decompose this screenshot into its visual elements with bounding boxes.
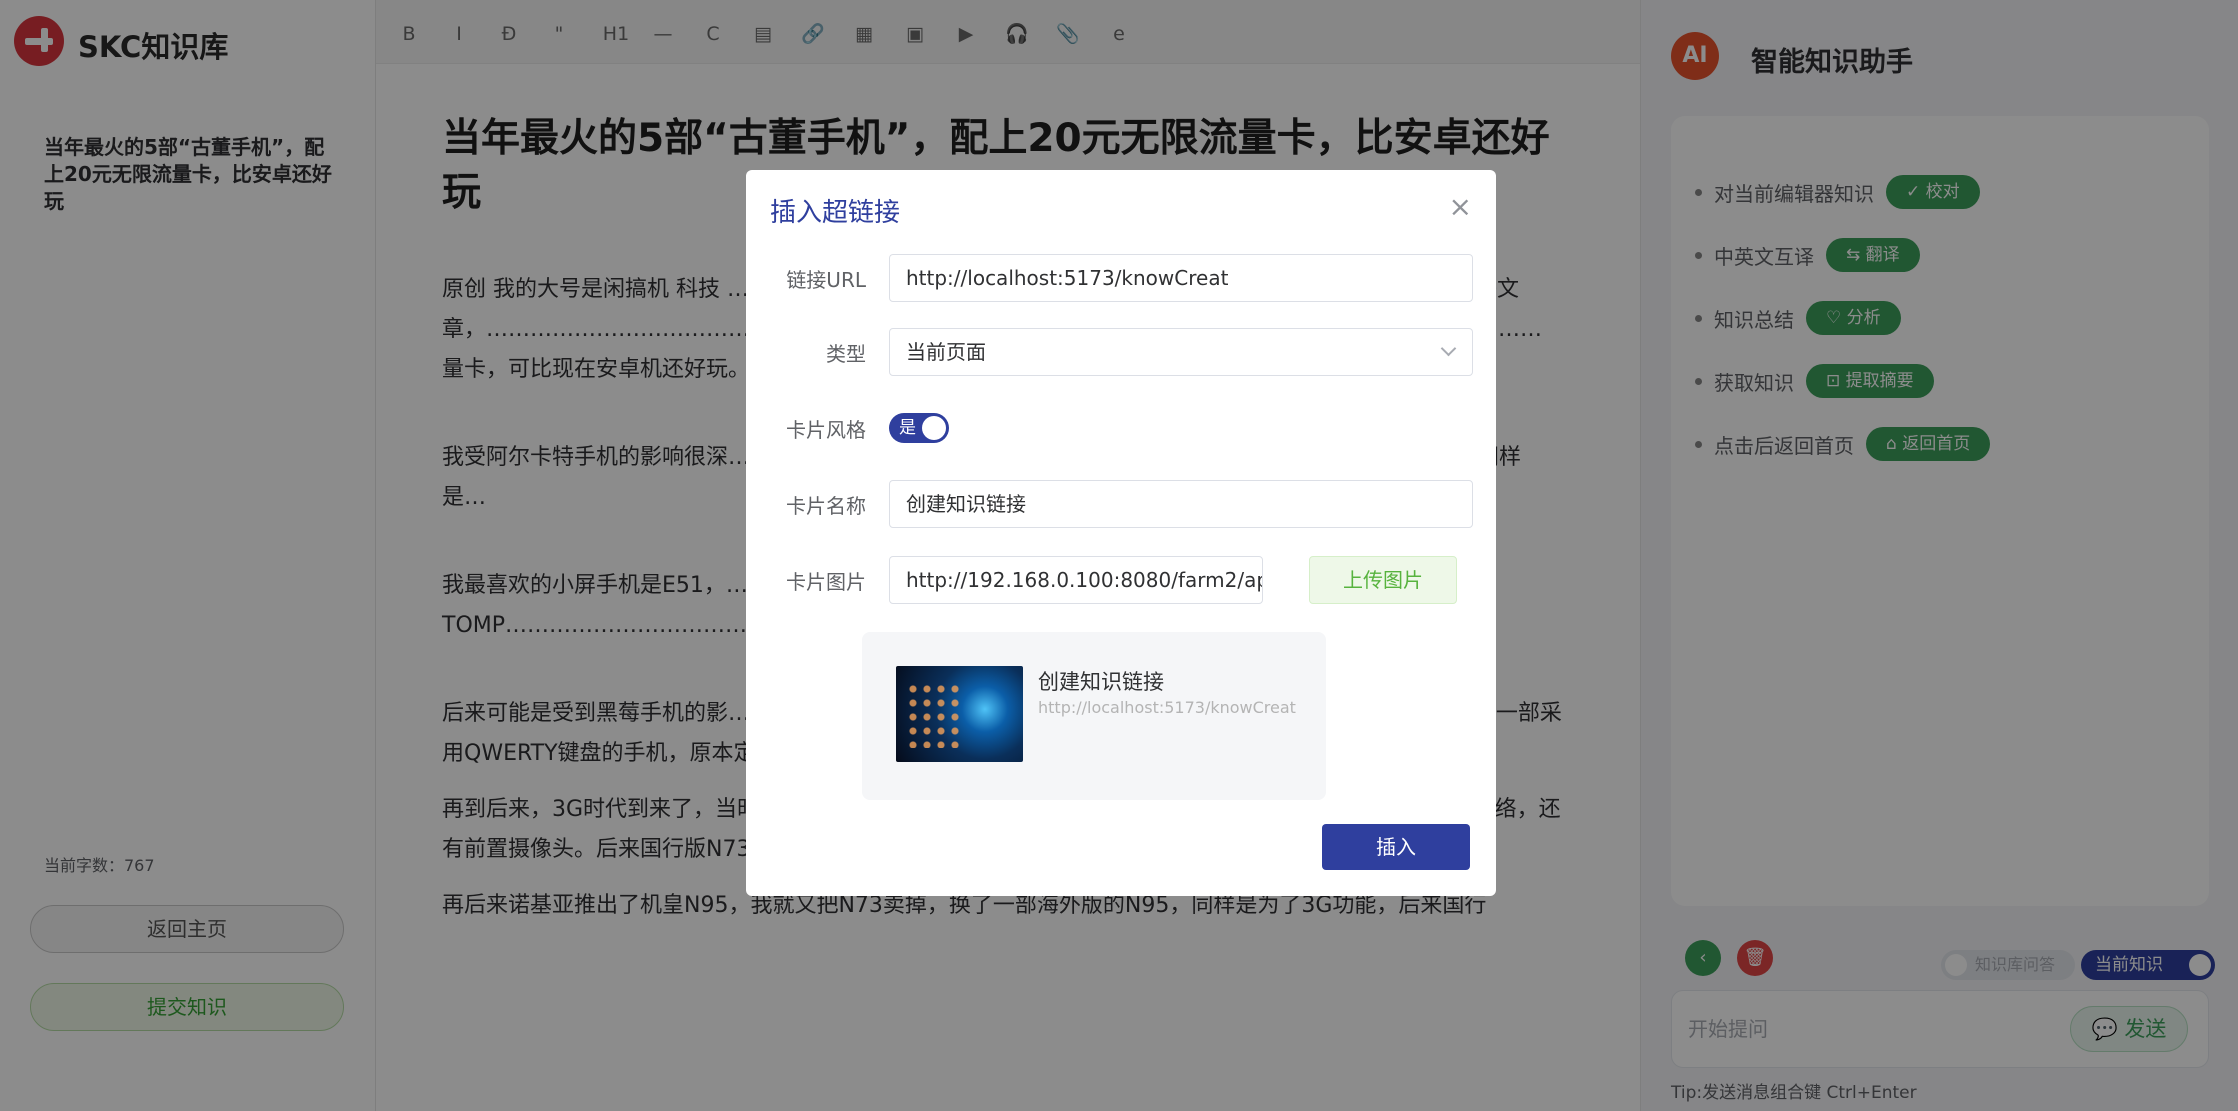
upload-image-button[interactable]: 上传图片 [1309, 556, 1457, 604]
link-card-preview: 创建知识链接 http://localhost:5173/knowCreat [862, 632, 1326, 800]
insert-button[interactable]: 插入 [1322, 824, 1470, 870]
dialog-title: 插入超链接 [770, 198, 901, 228]
preview-url: http://localhost:5173/knowCreat [1038, 698, 1296, 717]
toggle-knob [922, 416, 946, 440]
card-name-input[interactable]: 创建知识链接 [889, 480, 1473, 528]
url-input[interactable]: http://localhost:5173/knowCreat [889, 254, 1473, 302]
chevron-down-icon [1440, 340, 1457, 357]
toggle-label: 是 [899, 418, 916, 438]
card-style-toggle[interactable]: 是 [889, 413, 949, 443]
card-image-label: 卡片图片 [786, 570, 866, 594]
card-image-input[interactable]: http://192.168.0.100:8080/farm2/api/ [889, 556, 1263, 604]
type-select-value: 当前页面 [906, 340, 986, 364]
type-label: 类型 [826, 342, 866, 366]
close-icon[interactable]: × [1449, 190, 1472, 223]
card-name-label: 卡片名称 [786, 494, 866, 518]
type-select[interactable]: 当前页面 [889, 328, 1473, 376]
url-label: 链接URL [786, 268, 866, 292]
preview-title: 创建知识链接 [1038, 670, 1164, 694]
preview-image [896, 666, 1023, 762]
insert-link-dialog: 插入超链接 × 链接URL http://localhost:5173/know… [746, 170, 1496, 896]
card-style-label: 卡片风格 [786, 418, 866, 442]
